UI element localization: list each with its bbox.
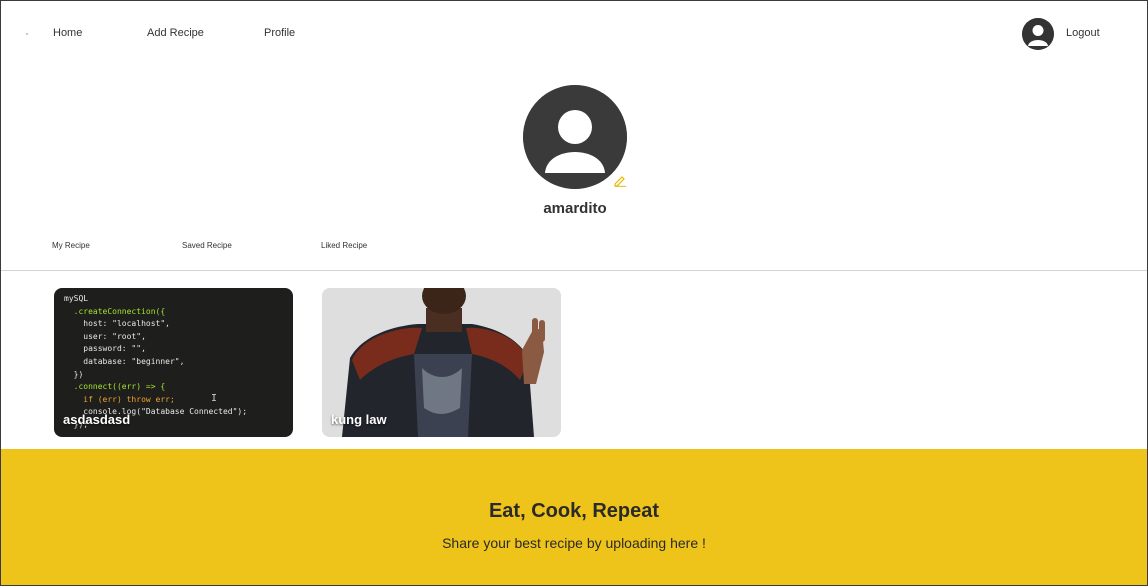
recipe-card[interactable]: kung law <box>322 288 561 437</box>
recipe-card-code-image: mySQL .createConnection({ host: "localho… <box>64 294 248 429</box>
tab-saved-recipe[interactable]: Saved Recipe <box>182 241 232 250</box>
profile-username: amardito <box>543 200 607 217</box>
footer-title: Eat, Cook, Repeat <box>488 500 660 522</box>
app-frame: Home Add Recipe Profile Logout amardito … <box>0 0 1148 586</box>
footer-subtitle: Share your best recipe by uploading here… <box>442 535 706 551</box>
logout-link[interactable]: Logout <box>1066 27 1100 39</box>
tab-my-recipe[interactable]: My Recipe <box>52 241 90 250</box>
nav-dot <box>26 33 28 35</box>
navbar: Home Add Recipe Profile Logout <box>1 1 1147 67</box>
profile-avatar <box>523 85 627 189</box>
edit-pencil-icon[interactable] <box>613 173 627 187</box>
footer-banner: Eat, Cook, Repeat Share your best recipe… <box>1 449 1147 585</box>
nav-home-link[interactable]: Home <box>53 27 82 39</box>
recipe-card[interactable]: mySQL .createConnection({ host: "localho… <box>54 288 293 437</box>
recipe-card-title: asdasdasd <box>63 412 131 427</box>
text-cursor-icon: I <box>211 393 218 404</box>
nav-profile-link[interactable]: Profile <box>264 27 295 39</box>
tab-liked-recipe[interactable]: Liked Recipe <box>321 241 367 250</box>
recipe-card-title: kung law <box>331 412 387 427</box>
nav-add-recipe-link[interactable]: Add Recipe <box>147 27 204 39</box>
user-avatar-icon[interactable] <box>1022 18 1054 50</box>
tabs-divider <box>1 270 1147 271</box>
